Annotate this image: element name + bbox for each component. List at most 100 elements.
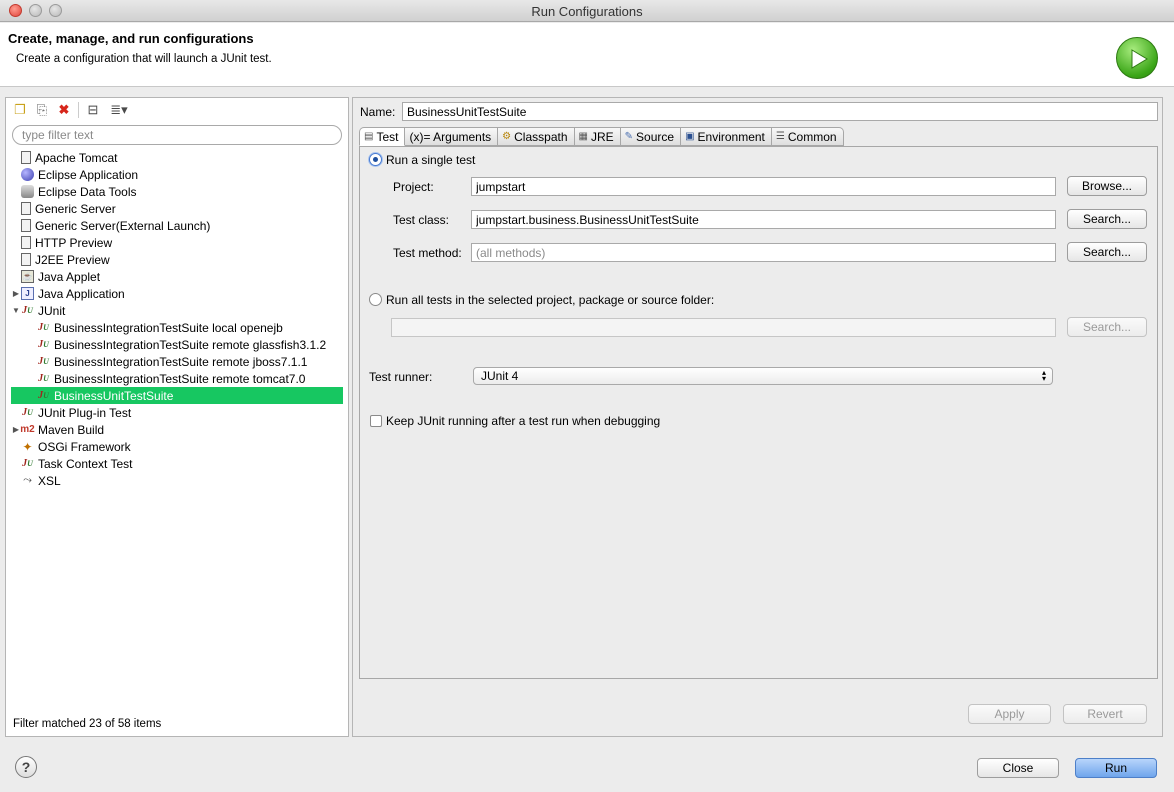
tab-source[interactable]: ✎ Source bbox=[620, 127, 682, 146]
configuration-tree: Apache Tomcat Eclipse Application Eclips… bbox=[11, 149, 343, 489]
tree-item-integration-jboss[interactable]: JU BusinessIntegrationTestSuite remote j… bbox=[11, 353, 343, 370]
search-class-button[interactable]: Search... bbox=[1067, 209, 1147, 229]
revert-button[interactable]: Revert bbox=[1063, 704, 1147, 724]
run-button[interactable]: Run bbox=[1075, 758, 1157, 778]
tree-item-label: Generic Server bbox=[35, 201, 116, 216]
run-all-tests-radio[interactable] bbox=[369, 293, 382, 306]
filter-menu-icon[interactable]: ≣▾ bbox=[106, 101, 132, 119]
server-icon bbox=[21, 202, 31, 215]
tree-item-label: JUnit Plug-in Test bbox=[38, 405, 132, 420]
tree-item-label: J2EE Preview bbox=[35, 252, 110, 267]
tree-item-java-applet[interactable]: ☕ Java Applet bbox=[11, 268, 343, 285]
tree-item-integration-glassfish[interactable]: JU BusinessIntegrationTestSuite remote g… bbox=[11, 336, 343, 353]
tree-item-generic-server-external[interactable]: Generic Server(External Launch) bbox=[11, 217, 343, 234]
help-button[interactable]: ? bbox=[15, 756, 37, 778]
test-method-label: Test method: bbox=[393, 246, 462, 260]
tree-item-label: BusinessUnitTestSuite bbox=[54, 388, 174, 403]
junit-plugin-icon: JU bbox=[22, 407, 33, 418]
xsl-icon: ⤳ bbox=[23, 474, 32, 486]
name-input[interactable] bbox=[402, 102, 1158, 121]
toolbar-divider bbox=[78, 102, 79, 118]
name-label: Name: bbox=[360, 105, 396, 119]
configuration-tree-panel: ❐ ⎘ ✖ ⊟ ≣▾ Apache Tomcat Eclipse Applica… bbox=[5, 97, 349, 737]
junit-icon: JU bbox=[38, 356, 49, 367]
tab-environment[interactable]: ▣ Environment bbox=[681, 127, 772, 146]
tree-item-eclipse-application[interactable]: Eclipse Application bbox=[11, 166, 343, 183]
maven-icon: m2 bbox=[20, 424, 35, 435]
tab-bar: ▤ Test (x)= Arguments ⚙ Classpath ▦ JRE … bbox=[359, 127, 844, 146]
project-label: Project: bbox=[393, 180, 434, 194]
test-method-input[interactable] bbox=[471, 243, 1056, 262]
server-icon bbox=[21, 219, 31, 232]
tree-item-j2ee-preview[interactable]: J2EE Preview bbox=[11, 251, 343, 268]
browse-button[interactable]: Browse... bbox=[1067, 176, 1147, 196]
window-title: Run Configurations bbox=[531, 4, 643, 19]
search-container-button[interactable]: Search... bbox=[1067, 317, 1147, 337]
tree-item-xsl[interactable]: ⤳ XSL bbox=[11, 472, 343, 489]
tab-test[interactable]: ▤ Test bbox=[359, 127, 406, 146]
delete-configuration-icon[interactable]: ✖ bbox=[55, 101, 73, 119]
tree-item-label: BusinessIntegrationTestSuite local opene… bbox=[54, 320, 283, 335]
keep-junit-running-checkbox[interactable] bbox=[370, 415, 382, 427]
junit-icon: JU bbox=[38, 390, 49, 401]
tree-item-eclipse-data-tools[interactable]: Eclipse Data Tools bbox=[11, 183, 343, 200]
tree-item-integration-openejb[interactable]: JU BusinessIntegrationTestSuite local op… bbox=[11, 319, 343, 336]
project-input[interactable] bbox=[471, 177, 1056, 196]
filter-input[interactable] bbox=[12, 125, 342, 145]
tree-item-label: OSGi Framework bbox=[38, 439, 131, 454]
apply-button[interactable]: Apply bbox=[968, 704, 1051, 724]
collapse-all-icon[interactable]: ⊟ bbox=[84, 101, 102, 119]
header-subtitle: Create a configuration that will launch … bbox=[16, 53, 272, 65]
junit-icon: JU bbox=[22, 305, 33, 316]
tree-item-apache-tomcat[interactable]: Apache Tomcat bbox=[11, 149, 343, 166]
tree-item-java-application[interactable]: ▶ J Java Application bbox=[11, 285, 343, 302]
tree-item-junit[interactable]: ▼ J U JUnit bbox=[11, 302, 343, 319]
search-method-button[interactable]: Search... bbox=[1067, 242, 1147, 262]
tree-item-generic-server[interactable]: Generic Server bbox=[11, 200, 343, 217]
tree-item-label: BusinessIntegrationTestSuite remote glas… bbox=[54, 337, 327, 352]
tree-item-osgi-framework[interactable]: ✦ OSGi Framework bbox=[11, 438, 343, 455]
run-single-test-radio[interactable] bbox=[369, 153, 382, 166]
applet-icon: ☕ bbox=[21, 270, 34, 283]
java-app-icon: J bbox=[21, 287, 34, 300]
test-container-input[interactable] bbox=[391, 318, 1056, 337]
eclipse-icon bbox=[21, 168, 34, 181]
common-icon: ☰ bbox=[775, 131, 785, 142]
junit-icon: JU bbox=[38, 322, 49, 333]
close-button[interactable]: Close bbox=[977, 758, 1059, 778]
tab-common[interactable]: ☰ Common bbox=[771, 127, 844, 146]
osgi-icon: ✦ bbox=[22, 439, 33, 454]
junit-icon: JU bbox=[38, 373, 49, 384]
run-icon bbox=[1116, 37, 1158, 79]
test-tab-panel: Run a single test Project: Browse... Tes… bbox=[359, 146, 1158, 679]
tree-item-label: XSL bbox=[38, 473, 61, 488]
tree-item-integration-tomcat[interactable]: JU BusinessIntegrationTestSuite remote t… bbox=[11, 370, 343, 387]
tree-item-business-unit-test-suite[interactable]: JU BusinessUnitTestSuite bbox=[11, 387, 343, 404]
test-class-input[interactable] bbox=[471, 210, 1056, 229]
tree-item-task-context-test[interactable]: JU Task Context Test bbox=[11, 455, 343, 472]
tree-item-maven-build[interactable]: ▶ m2 Maven Build bbox=[11, 421, 343, 438]
title-bar: Run Configurations bbox=[0, 0, 1174, 22]
junit-icon: JU bbox=[22, 458, 33, 469]
duplicate-configuration-icon[interactable]: ⎘ bbox=[33, 101, 51, 119]
tab-classpath[interactable]: ⚙ Classpath bbox=[498, 127, 575, 146]
tree-item-label: Eclipse Application bbox=[38, 167, 139, 182]
collapse-arrow-icon[interactable]: ▼ bbox=[11, 306, 21, 315]
tree-item-label: BusinessIntegrationTestSuite remote tomc… bbox=[54, 371, 306, 386]
tree-toolbar: ❐ ⎘ ✖ ⊟ ≣▾ bbox=[11, 100, 132, 120]
dialog-header: Create, manage, and run configurations C… bbox=[0, 23, 1174, 87]
test-runner-select[interactable]: JUnit 4 ▴ ▾ bbox=[473, 367, 1053, 385]
expand-arrow-icon[interactable]: ▶ bbox=[11, 289, 21, 298]
tree-item-label: Generic Server(External Launch) bbox=[35, 218, 211, 233]
new-configuration-icon[interactable]: ❐ bbox=[11, 101, 29, 119]
tab-arguments[interactable]: (x)= Arguments bbox=[405, 127, 499, 146]
tree-item-label: BusinessIntegrationTestSuite remote jbos… bbox=[54, 354, 308, 369]
tree-item-junit-plugin-test[interactable]: JU JUnit Plug-in Test bbox=[11, 404, 343, 421]
server-icon bbox=[21, 151, 31, 164]
select-arrows-icon: ▴ ▾ bbox=[1041, 368, 1046, 383]
source-icon: ✎ bbox=[624, 131, 634, 142]
tab-jre[interactable]: ▦ JRE bbox=[574, 127, 621, 146]
tree-item-label: Maven Build bbox=[38, 422, 105, 437]
run-single-test-label: Run a single test bbox=[386, 153, 476, 167]
tree-item-http-preview[interactable]: HTTP Preview bbox=[11, 234, 343, 251]
